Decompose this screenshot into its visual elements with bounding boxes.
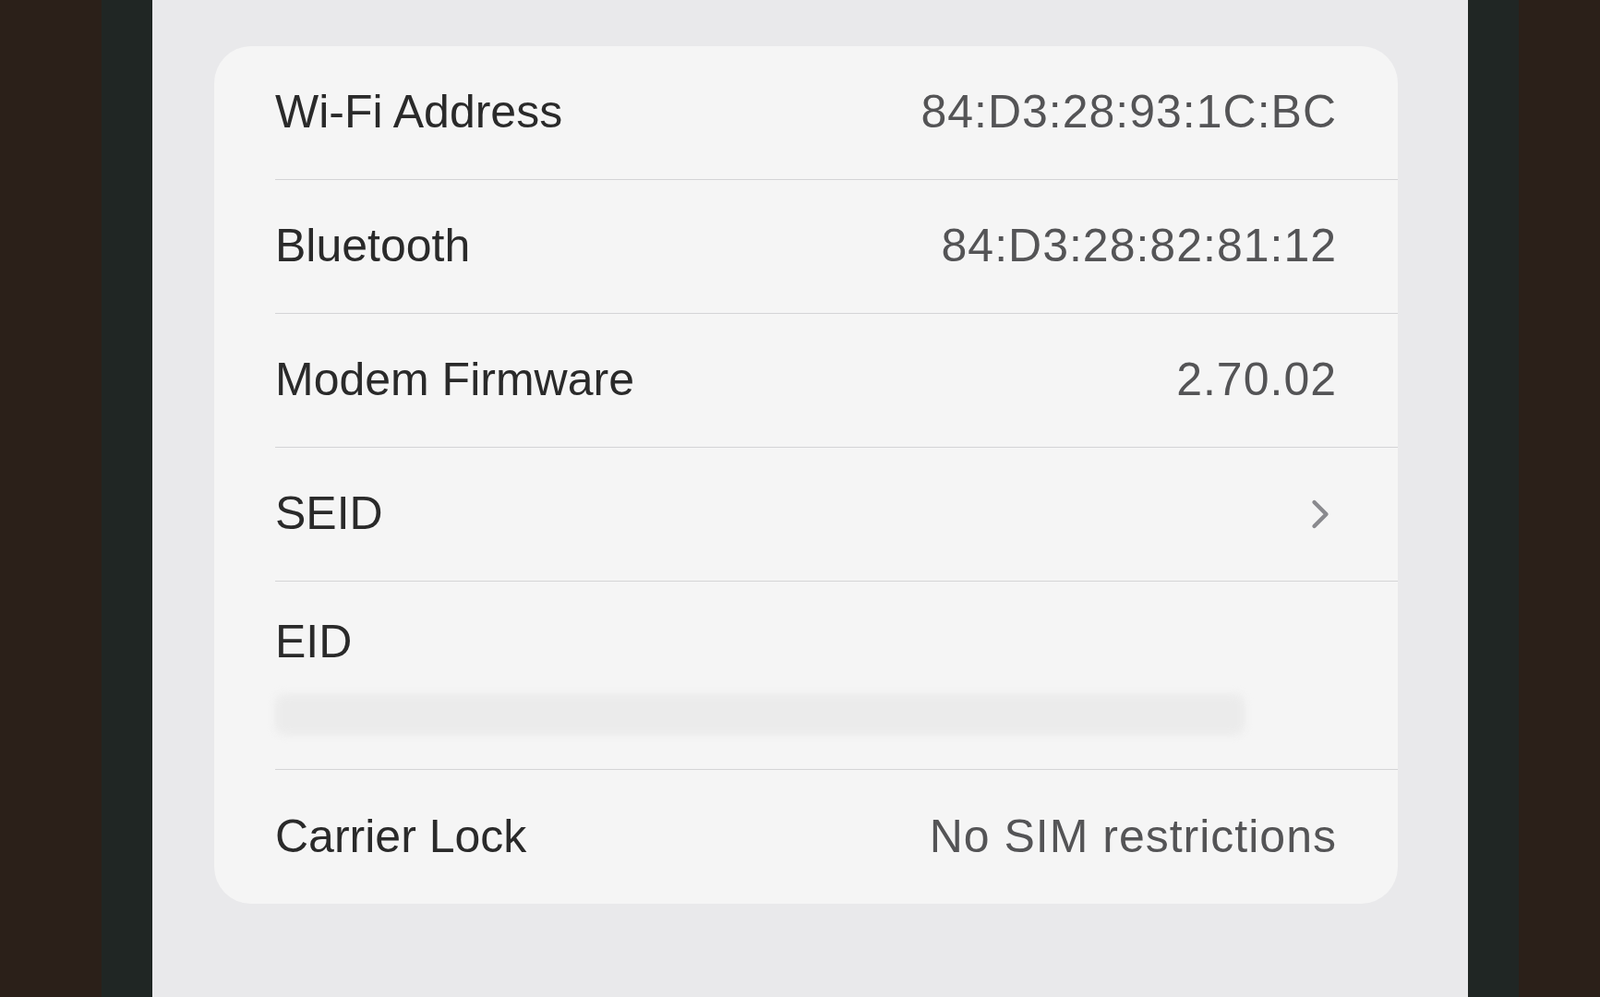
row-value: 2.70.02	[1176, 353, 1337, 408]
phone-bezel	[1467, 0, 1519, 997]
phone-screen: Wi-Fi Address 84:D3:28:93:1C:BC Bluetooth 8…	[152, 0, 1468, 997]
row-label: Carrier Lock	[275, 810, 527, 865]
row-label: Bluetooth	[275, 219, 470, 274]
row-label: Wi-Fi Address	[275, 85, 563, 140]
settings-row: Modem Firmware 2.70.02	[275, 313, 1398, 448]
row-label: Modem Firmware	[275, 353, 635, 408]
blurred-value	[275, 694, 1245, 735]
table-surface	[1518, 0, 1600, 997]
row-label: SEID	[275, 487, 384, 542]
photo-frame: Wi-Fi Address 84:D3:28:93:1C:BC Bluetooth 8…	[0, 0, 1600, 997]
row-value: 84:D3:28:82:81:12	[941, 219, 1337, 274]
chevron-right-icon	[1296, 490, 1345, 539]
row-value: No SIM restrictions	[929, 810, 1337, 865]
settings-card: Wi-Fi Address 84:D3:28:93:1C:BC Bluetooth 8…	[214, 46, 1398, 904]
settings-row[interactable]: SEID	[275, 447, 1398, 582]
settings-row: Wi-Fi Address 84:D3:28:93:1C:BC	[275, 46, 1398, 181]
row-value: 84:D3:28:93:1C:BC	[920, 85, 1337, 140]
phone-bezel	[101, 0, 153, 997]
table-surface	[0, 0, 102, 997]
row-label: EID	[275, 615, 1337, 670]
settings-row: Bluetooth 84:D3:28:82:81:12	[275, 180, 1398, 314]
settings-row: Carrier Lock No SIM restrictions	[275, 769, 1398, 904]
settings-row: EID	[275, 581, 1398, 770]
